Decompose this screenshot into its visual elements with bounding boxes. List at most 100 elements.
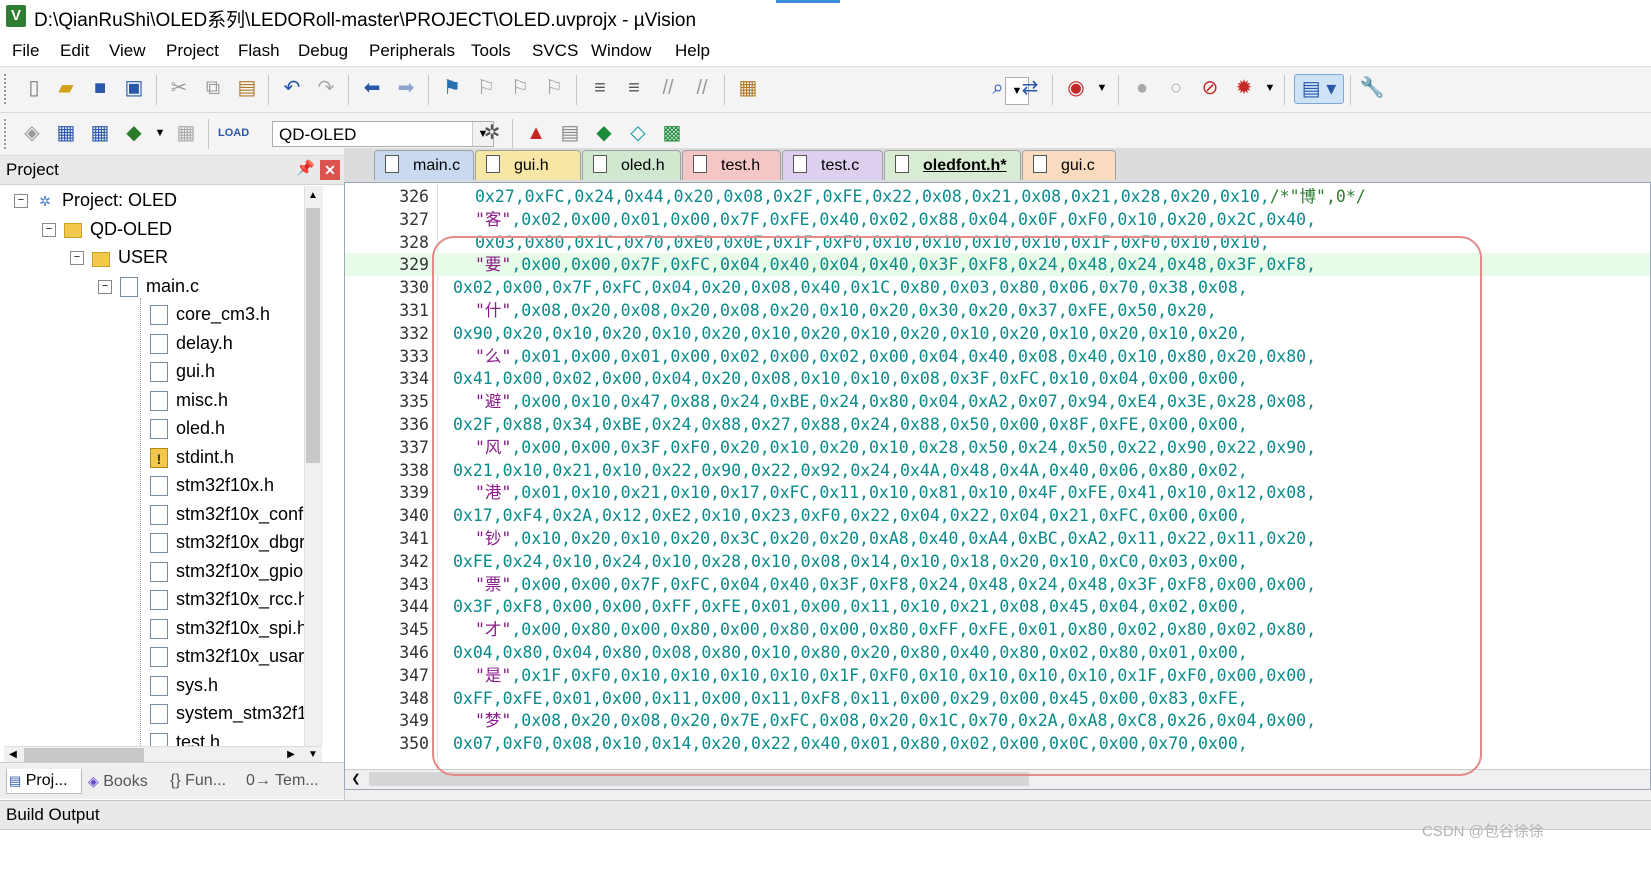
chevron-down-icon[interactable]: ▼ xyxy=(1256,74,1284,102)
window-layout-icon[interactable]: ▤ ▾ xyxy=(1294,74,1344,104)
tree-item[interactable]: system_stm32f1 xyxy=(150,699,307,727)
new-file-icon[interactable]: ▯ xyxy=(20,74,48,102)
build-output-pane[interactable] xyxy=(0,830,1651,892)
tree-item[interactable]: sys.h xyxy=(150,671,218,699)
incremental-find-icon[interactable]: ⇄ xyxy=(1016,74,1044,102)
paste-icon[interactable]: ▤ xyxy=(233,74,261,102)
breakpoint-kill-all-icon[interactable]: ✹ xyxy=(1230,74,1258,102)
navigate-forward-icon[interactable]: ➡ xyxy=(392,74,420,102)
tab-gui-h[interactable]: gui.h xyxy=(475,150,581,180)
breakpoint-insert-icon[interactable]: ● xyxy=(1128,74,1156,102)
tab-test-h[interactable]: test.h xyxy=(682,150,781,180)
rebuild-icon[interactable]: ▦ xyxy=(86,119,114,147)
editor-hscroll-thumb[interactable] xyxy=(369,772,1029,786)
translate-icon[interactable]: ◈ xyxy=(18,119,46,147)
tree-item[interactable]: oled.h xyxy=(150,414,225,442)
tree-hscroll-thumb[interactable] xyxy=(24,748,144,762)
menu-flash[interactable]: Flash xyxy=(238,41,280,61)
tree-item[interactable]: stm32f10x_spi.h xyxy=(150,614,307,642)
select-packs-icon[interactable]: ▤ xyxy=(556,119,584,147)
chevron-down-icon[interactable]: ▼ xyxy=(1088,74,1116,102)
find-icon[interactable]: ⌕ xyxy=(984,74,1012,102)
scroll-up-arrow-icon[interactable]: ▲ xyxy=(304,186,322,206)
tree-item[interactable]: stm32f10x_gpio. xyxy=(150,557,308,585)
menu-window[interactable]: Window xyxy=(591,41,651,61)
tab-templates[interactable]: 0→ Tem... xyxy=(244,769,320,793)
unindent-icon[interactable]: ≡ xyxy=(620,74,648,102)
menu-help[interactable]: Help xyxy=(675,41,710,61)
redo-icon[interactable]: ↷ xyxy=(312,74,340,102)
comment-icon[interactable]: // xyxy=(654,74,682,102)
tree-item[interactable]: gui.h xyxy=(150,357,215,385)
load-download-icon[interactable]: LOAD xyxy=(218,119,249,147)
open-folder-icon[interactable]: ▰ xyxy=(52,74,80,102)
menu-debug[interactable]: Debug xyxy=(298,41,348,61)
scroll-left-arrow-icon[interactable]: ❮ xyxy=(347,769,365,789)
bookmark-toggle-icon[interactable]: ⚑ xyxy=(438,74,466,102)
save-all-icon[interactable]: ▣ xyxy=(120,74,148,102)
tree-item[interactable]: misc.h xyxy=(150,386,228,414)
cut-icon[interactable]: ✂ xyxy=(165,74,193,102)
tab-books[interactable]: ◈ Books xyxy=(86,769,162,793)
find-in-files-icon[interactable]: ▦ xyxy=(734,74,762,102)
menu-edit[interactable]: Edit xyxy=(60,41,89,61)
target-options-icon[interactable]: ✲ xyxy=(478,119,506,147)
tree-item[interactable]: − ✲ Project: OLED xyxy=(14,186,177,214)
breakpoint-disable-all-icon[interactable]: ⊘ xyxy=(1196,74,1224,102)
tree-collapse-icon[interactable]: − xyxy=(70,251,84,266)
bookmark-prev-icon[interactable]: ⚐ xyxy=(472,74,500,102)
tab-oled-h[interactable]: oled.h xyxy=(582,150,681,180)
debug-session-icon[interactable]: ◉ xyxy=(1062,74,1090,102)
breakpoint-enable-icon[interactable]: ○ xyxy=(1162,74,1190,102)
batch-build-icon[interactable]: ◆ xyxy=(120,119,148,147)
tree-collapse-icon[interactable]: − xyxy=(42,222,56,237)
save-icon[interactable]: ■ xyxy=(86,74,114,102)
event-recorder-icon[interactable]: ▩ xyxy=(658,119,686,147)
wrench-icon[interactable]: 🔧 xyxy=(1358,74,1386,102)
tab-main-c[interactable]: main.c xyxy=(374,150,474,180)
menu-peripherals[interactable]: Peripherals xyxy=(369,41,455,61)
pack-installer-icon[interactable]: ◇ xyxy=(624,119,652,147)
tab-functions[interactable]: {} Fun... xyxy=(168,769,240,793)
tree-item[interactable]: delay.h xyxy=(150,329,233,357)
uncomment-icon[interactable]: // xyxy=(688,74,716,102)
tree-item[interactable]: − USER xyxy=(70,243,168,271)
menu-project[interactable]: Project xyxy=(166,41,219,61)
manage-runtime-icon[interactable]: ◆ xyxy=(590,119,618,147)
tree-item[interactable]: ! stdint.h xyxy=(150,443,234,471)
tree-item[interactable]: stm32f10x_rcc.h xyxy=(150,585,308,613)
menu-svcs[interactable]: SVCS xyxy=(532,41,578,61)
target-select[interactable]: QD-OLED ▼ xyxy=(272,121,494,147)
menu-file[interactable]: File xyxy=(12,41,39,61)
tab-oledfont-h[interactable]: oledfont.h* xyxy=(884,150,1021,180)
pin-icon[interactable]: 📌 xyxy=(296,159,315,177)
tree-item[interactable]: core_cm3.h xyxy=(150,300,270,328)
code-editor[interactable]: 326 0x27,0xFC,0x24,0x44,0x20,0x08,0x2F,0x… xyxy=(344,182,1651,790)
tree-item[interactable]: − QD-OLED xyxy=(42,215,172,243)
close-icon[interactable]: ✕ xyxy=(320,160,340,180)
tree-item[interactable]: stm32f10x_dbgr xyxy=(150,528,305,556)
tab-gui-c[interactable]: gui.c xyxy=(1022,150,1116,180)
tab-test-c[interactable]: test.c xyxy=(782,150,883,180)
tree-item[interactable]: stm32f10x_usart xyxy=(150,642,309,670)
tree-item[interactable]: − main.c xyxy=(98,272,199,300)
bookmark-next-icon[interactable]: ⚐ xyxy=(506,74,534,102)
tree-scroll-thumb[interactable] xyxy=(306,208,320,463)
manage-project-items-icon[interactable]: ▲ xyxy=(522,119,550,147)
menu-tools[interactable]: Tools xyxy=(471,41,511,61)
tab-project[interactable]: ▤ Proj... xyxy=(6,769,82,794)
indent-icon[interactable]: ≡ xyxy=(586,74,614,102)
stop-build-icon[interactable]: ▦ xyxy=(172,119,200,147)
tree-item[interactable]: stm32f10x_conf. xyxy=(150,500,308,528)
tree-collapse-icon[interactable]: − xyxy=(14,194,28,209)
build-icon[interactable]: ▦ xyxy=(52,119,80,147)
tree-collapse-icon[interactable]: − xyxy=(98,279,112,294)
undo-icon[interactable]: ↶ xyxy=(278,74,306,102)
toolbar-grip[interactable] xyxy=(4,74,10,104)
toolbar-grip[interactable] xyxy=(4,119,10,149)
navigate-back-icon[interactable]: ⬅ xyxy=(358,74,386,102)
menu-view[interactable]: View xyxy=(109,41,146,61)
bookmark-clear-icon[interactable]: ⚐ xyxy=(540,74,568,102)
tree-item[interactable]: stm32f10x.h xyxy=(150,471,274,499)
chevron-down-icon[interactable]: ▼ xyxy=(146,119,174,147)
